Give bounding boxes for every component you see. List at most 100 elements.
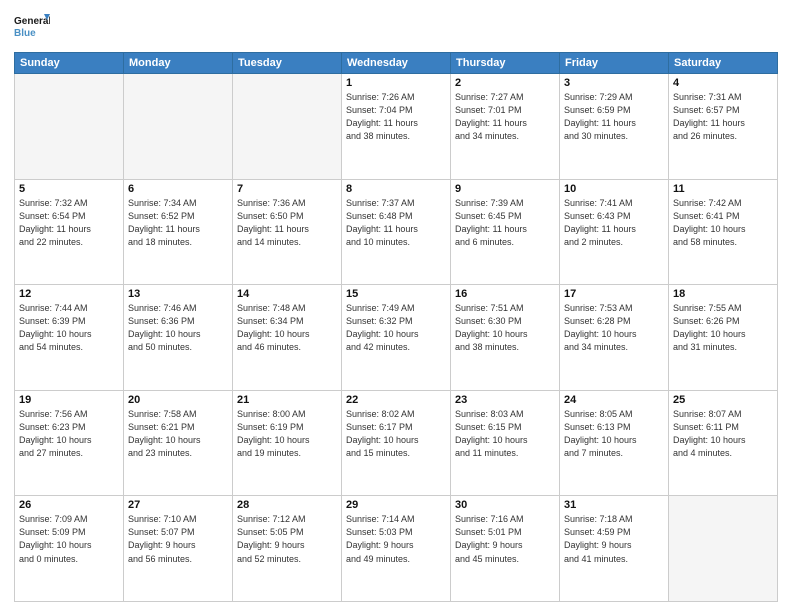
day-cell: 9 Sunrise: 7:39 AM Sunset: 6:45 PM Daylig… [451,179,560,285]
calendar-header-row: SundayMondayTuesdayWednesdayThursdayFrid… [15,53,778,74]
day-number: 15 [346,288,446,300]
day-info: Sunrise: 7:16 AM Sunset: 5:01 PM Dayligh… [455,513,555,565]
day-cell [124,74,233,180]
day-info: Sunrise: 7:55 AM Sunset: 6:26 PM Dayligh… [673,302,773,354]
day-info: Sunrise: 7:18 AM Sunset: 4:59 PM Dayligh… [564,513,664,565]
day-cell: 17 Sunrise: 7:53 AM Sunset: 6:28 PM Dayli… [560,285,669,391]
day-cell: 16 Sunrise: 7:51 AM Sunset: 6:30 PM Dayli… [451,285,560,391]
day-cell: 22Sunrise: 8:02 AM Sunset: 6:17 PM Dayli… [342,390,451,496]
col-header-tuesday: Tuesday [233,53,342,74]
day-info: Sunrise: 7:29 AM Sunset: 6:59 PM Dayligh… [564,91,664,143]
day-cell: 4 Sunrise: 7:31 AM Sunset: 6:57 PM Daylig… [669,74,778,180]
day-cell: 29Sunrise: 7:14 AM Sunset: 5:03 PM Dayli… [342,496,451,602]
day-cell: 25 Sunrise: 8:07 AM Sunset: 6:11 PM Dayli… [669,390,778,496]
day-cell: 8 Sunrise: 7:37 AM Sunset: 6:48 PM Daylig… [342,179,451,285]
logo-svg: General Blue [14,10,50,46]
day-number: 17 [564,288,664,300]
day-info: Sunrise: 7:10 AM Sunset: 5:07 PM Dayligh… [128,513,228,565]
day-cell: 1Sunrise: 7:26 AM Sunset: 7:04 PM Daylig… [342,74,451,180]
day-number: 5 [19,183,119,195]
col-header-monday: Monday [124,53,233,74]
day-cell: 24 Sunrise: 8:05 AM Sunset: 6:13 PM Dayli… [560,390,669,496]
day-number: 16 [455,288,555,300]
day-cell: 30 Sunrise: 7:16 AM Sunset: 5:01 PM Dayli… [451,496,560,602]
day-cell: 10 Sunrise: 7:41 AM Sunset: 6:43 PM Dayli… [560,179,669,285]
day-number: 12 [19,288,119,300]
day-cell: 12 Sunrise: 7:44 AM Sunset: 6:39 PM Dayli… [15,285,124,391]
day-cell: 19 Sunrise: 7:56 AM Sunset: 6:23 PM Dayli… [15,390,124,496]
col-header-saturday: Saturday [669,53,778,74]
day-cell: 27Sunrise: 7:10 AM Sunset: 5:07 PM Dayli… [124,496,233,602]
day-cell: 21 Sunrise: 8:00 AM Sunset: 6:19 PM Dayli… [233,390,342,496]
day-number: 14 [237,288,337,300]
day-info: Sunrise: 7:53 AM Sunset: 6:28 PM Dayligh… [564,302,664,354]
day-number: 9 [455,183,555,195]
svg-text:General: General [14,16,50,27]
col-header-wednesday: Wednesday [342,53,451,74]
day-cell: 15 Sunrise: 7:49 AM Sunset: 6:32 PM Dayli… [342,285,451,391]
day-cell: 5Sunrise: 7:32 AM Sunset: 6:54 PM Daylig… [15,179,124,285]
day-cell: 28 Sunrise: 7:12 AM Sunset: 5:05 PM Dayli… [233,496,342,602]
day-number: 22 [346,394,446,406]
day-info: Sunrise: 7:58 AM Sunset: 6:21 PM Dayligh… [128,408,228,460]
day-number: 4 [673,77,773,89]
day-number: 20 [128,394,228,406]
day-number: 23 [455,394,555,406]
day-info: Sunrise: 7:48 AM Sunset: 6:34 PM Dayligh… [237,302,337,354]
day-number: 7 [237,183,337,195]
header: General Blue [14,10,778,46]
day-number: 29 [346,499,446,511]
day-cell: 11 Sunrise: 7:42 AM Sunset: 6:41 PM Dayli… [669,179,778,285]
day-number: 19 [19,394,119,406]
day-info: Sunrise: 7:37 AM Sunset: 6:48 PM Dayligh… [346,197,446,249]
day-info: Sunrise: 7:51 AM Sunset: 6:30 PM Dayligh… [455,302,555,354]
day-cell: 2 Sunrise: 7:27 AM Sunset: 7:01 PM Daylig… [451,74,560,180]
day-info: Sunrise: 7:46 AM Sunset: 6:36 PM Dayligh… [128,302,228,354]
day-number: 28 [237,499,337,511]
day-info: Sunrise: 7:26 AM Sunset: 7:04 PM Dayligh… [346,91,446,143]
day-cell: 3Sunrise: 7:29 AM Sunset: 6:59 PM Daylig… [560,74,669,180]
week-row-4: 19 Sunrise: 7:56 AM Sunset: 6:23 PM Dayli… [15,390,778,496]
day-info: Sunrise: 8:00 AM Sunset: 6:19 PM Dayligh… [237,408,337,460]
day-cell [15,74,124,180]
day-info: Sunrise: 7:36 AM Sunset: 6:50 PM Dayligh… [237,197,337,249]
day-number: 6 [128,183,228,195]
day-number: 24 [564,394,664,406]
day-number: 30 [455,499,555,511]
day-number: 18 [673,288,773,300]
day-number: 8 [346,183,446,195]
day-number: 2 [455,77,555,89]
day-number: 11 [673,183,773,195]
day-info: Sunrise: 7:42 AM Sunset: 6:41 PM Dayligh… [673,197,773,249]
day-cell [669,496,778,602]
day-number: 31 [564,499,664,511]
day-cell: 14 Sunrise: 7:48 AM Sunset: 6:34 PM Dayli… [233,285,342,391]
day-info: Sunrise: 7:12 AM Sunset: 5:05 PM Dayligh… [237,513,337,565]
day-cell: 6 Sunrise: 7:34 AM Sunset: 6:52 PM Daylig… [124,179,233,285]
day-info: Sunrise: 7:56 AM Sunset: 6:23 PM Dayligh… [19,408,119,460]
page: General Blue SundayMondayTuesdayWednesda… [0,0,792,612]
day-number: 25 [673,394,773,406]
day-cell: 23 Sunrise: 8:03 AM Sunset: 6:15 PM Dayli… [451,390,560,496]
day-info: Sunrise: 7:39 AM Sunset: 6:45 PM Dayligh… [455,197,555,249]
week-row-3: 12 Sunrise: 7:44 AM Sunset: 6:39 PM Dayli… [15,285,778,391]
day-info: Sunrise: 8:03 AM Sunset: 6:15 PM Dayligh… [455,408,555,460]
day-info: Sunrise: 7:31 AM Sunset: 6:57 PM Dayligh… [673,91,773,143]
day-info: Sunrise: 7:41 AM Sunset: 6:43 PM Dayligh… [564,197,664,249]
col-header-friday: Friday [560,53,669,74]
col-header-sunday: Sunday [15,53,124,74]
day-number: 21 [237,394,337,406]
day-info: Sunrise: 8:05 AM Sunset: 6:13 PM Dayligh… [564,408,664,460]
day-info: Sunrise: 7:27 AM Sunset: 7:01 PM Dayligh… [455,91,555,143]
day-info: Sunrise: 7:49 AM Sunset: 6:32 PM Dayligh… [346,302,446,354]
day-info: Sunrise: 7:34 AM Sunset: 6:52 PM Dayligh… [128,197,228,249]
svg-text:Blue: Blue [14,28,36,39]
day-info: Sunrise: 7:44 AM Sunset: 6:39 PM Dayligh… [19,302,119,354]
day-cell [233,74,342,180]
day-cell: 13Sunrise: 7:46 AM Sunset: 6:36 PM Dayli… [124,285,233,391]
day-cell: 26Sunrise: 7:09 AM Sunset: 5:09 PM Dayli… [15,496,124,602]
day-number: 10 [564,183,664,195]
day-info: Sunrise: 8:07 AM Sunset: 6:11 PM Dayligh… [673,408,773,460]
day-cell: 31 Sunrise: 7:18 AM Sunset: 4:59 PM Dayli… [560,496,669,602]
day-number: 26 [19,499,119,511]
